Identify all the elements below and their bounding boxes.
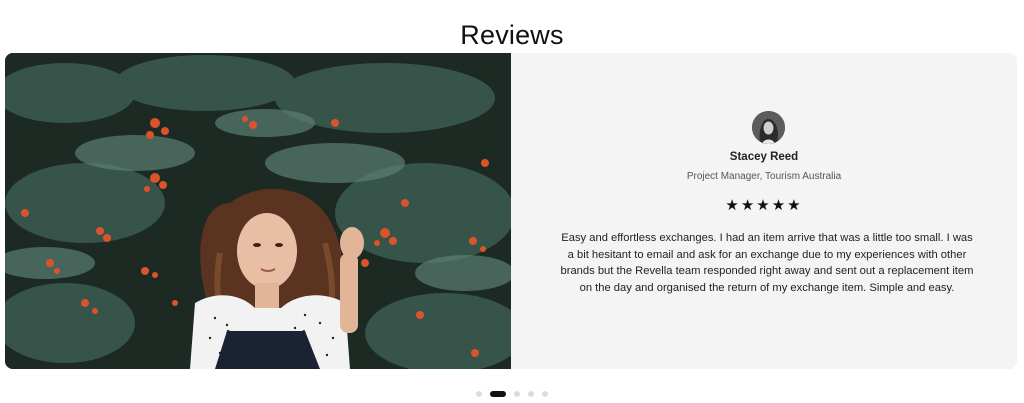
review-text: Easy and effortless exchanges. I had an … xyxy=(560,232,974,294)
review-content: Stacey Reed Project Manager, Tourism Aus… xyxy=(511,53,1017,369)
carousel-dot-4[interactable] xyxy=(528,391,534,397)
review-card: Stacey Reed Project Manager, Tourism Aus… xyxy=(5,53,1017,369)
carousel-dot-1[interactable] xyxy=(476,391,482,397)
section-title: Reviews xyxy=(460,20,564,51)
reviewer-avatar xyxy=(752,111,785,144)
carousel-pagination xyxy=(0,390,1024,398)
carousel-dot-2[interactable] xyxy=(490,391,506,397)
star-rating: ★★★★★ xyxy=(725,197,803,214)
carousel-dot-3[interactable] xyxy=(514,391,520,397)
reviewer-role: Project Manager, Tourism Australia xyxy=(686,171,842,182)
reviewer-name: Stacey Reed xyxy=(729,151,799,163)
reviewer-photo xyxy=(5,53,511,369)
carousel-dot-5[interactable] xyxy=(542,391,548,397)
